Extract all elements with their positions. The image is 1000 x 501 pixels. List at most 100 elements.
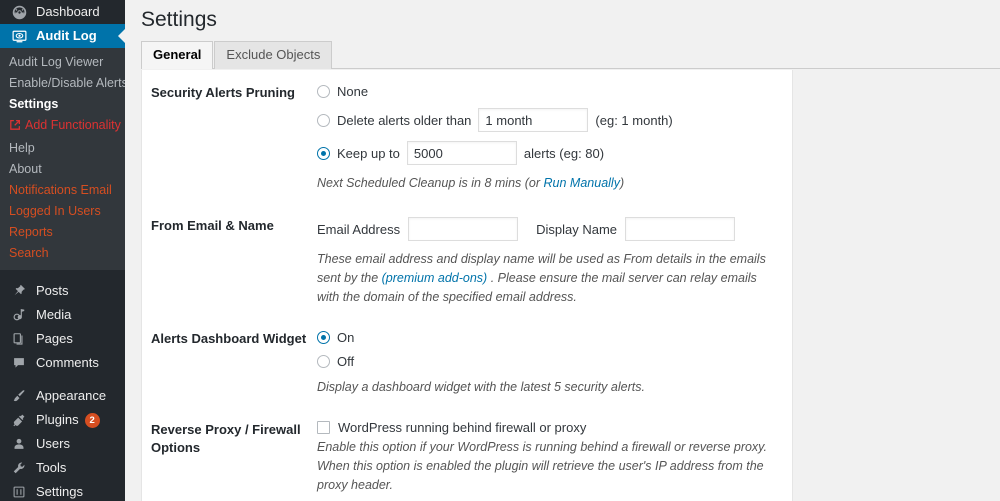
checkbox-behind-firewall[interactable] (317, 421, 330, 435)
sidebar-item-label: Users (36, 436, 70, 451)
sidebar-item-audit-log[interactable]: Audit Log (0, 24, 125, 48)
plugins-update-badge: 2 (84, 412, 100, 428)
brush-icon (9, 386, 29, 406)
display-name-label: Display Name (536, 221, 618, 237)
sidebar-item-label: Settings (36, 484, 83, 499)
admin-sidebar: Dashboard Audit Log Audit Log Viewer Ena… (0, 0, 125, 501)
sidebar-item-label: Appearance (36, 388, 107, 403)
page-title: Settings (141, 8, 217, 31)
radio-widget-on[interactable] (317, 331, 330, 345)
row-body: Email Address Display Name These email a… (317, 217, 792, 306)
tab-exclude-objects[interactable]: Exclude Objects (214, 41, 333, 70)
row-from-email-and-name: From Email & Name Email Address Display … (142, 203, 792, 316)
dashboard-icon (9, 2, 29, 22)
sidebar-item-dashboard[interactable]: Dashboard (0, 0, 125, 24)
sidebar-item-comments[interactable]: Comments (0, 351, 125, 375)
sidebar-item-label: Dashboard (36, 4, 100, 19)
sidebar-subitem-about[interactable]: About (0, 159, 125, 180)
main-content: Settings General Exclude Objects Securit… (125, 0, 1000, 501)
display-name-input[interactable] (625, 217, 736, 242)
pruning-option-none[interactable]: None (317, 84, 780, 99)
sidebar-subitem-help[interactable]: Help (0, 138, 125, 159)
sidebar-item-label: Pages (36, 331, 73, 346)
sidebar-item-plugins[interactable]: Plugins 2 (0, 408, 125, 432)
wrench-icon (9, 458, 29, 478)
radio-widget-off-label: Off (337, 354, 355, 370)
media-icon (9, 305, 29, 325)
radio-widget-off[interactable] (317, 355, 330, 369)
sidebar-item-posts[interactable]: Posts (0, 279, 125, 303)
radio-keep-up-to[interactable] (317, 146, 330, 160)
user-icon (9, 434, 29, 454)
checkbox-behind-firewall-label: WordPress running behind firewall or pro… (338, 420, 587, 436)
sidebar-item-label: Audit Log (36, 28, 97, 43)
row-body: On Off Display a dashboard widget with t… (317, 330, 792, 397)
run-manually-link[interactable]: Run Manually (544, 176, 620, 190)
sidebar-item-label: Tools (36, 460, 67, 475)
sidebar-item-label: Media (36, 307, 72, 322)
sidebar-item-pages[interactable]: Pages (0, 327, 125, 351)
row-body: None Delete alerts older than (eg: 1 mon… (317, 84, 792, 193)
sidebar-item-settings[interactable]: Settings (0, 480, 125, 501)
sidebar-subitem-logged-in-users[interactable]: Logged In Users (0, 201, 125, 222)
audit-log-submenu: Audit Log Viewer Enable/Disable Alerts S… (0, 48, 125, 270)
premium-addons-link[interactable]: (premium add-ons) (382, 271, 488, 285)
settings-icon (9, 482, 29, 501)
email-address-input[interactable] (408, 217, 519, 242)
widget-option-on[interactable]: On (317, 330, 780, 345)
sidebar-subitem-settings[interactable]: Settings (0, 94, 125, 115)
sidebar-item-label: Comments (36, 355, 99, 370)
delete-older-than-input[interactable] (478, 108, 589, 133)
tab-general[interactable]: General (141, 41, 214, 70)
widget-option-off[interactable]: Off (317, 354, 780, 369)
sidebar-item-media[interactable]: Media (0, 303, 125, 327)
sidebar-subitem-reports[interactable]: Reports (0, 222, 125, 243)
sidebar-item-label: Plugins (36, 412, 79, 427)
keep-up-to-example: alerts (eg: 80) (523, 145, 605, 161)
plug-icon (9, 410, 29, 430)
from-email-description: These email address and display name wil… (317, 250, 780, 306)
row-alerts-dashboard-widget: Alerts Dashboard Widget On Off Display a… (142, 316, 792, 407)
sidebar-subitem-notifications-email[interactable]: Notifications Email (0, 180, 125, 201)
sidebar-primary-menu: Dashboard Audit Log Audit Log Viewer Ena… (0, 0, 125, 501)
row-reverse-proxy-options: Reverse Proxy / Firewall Options WordPre… (142, 407, 792, 501)
audit-log-icon (9, 26, 29, 46)
row-label: Alerts Dashboard Widget (151, 331, 307, 347)
external-link-icon (9, 119, 21, 136)
sidebar-item-users[interactable]: Users (0, 432, 125, 456)
radio-delete-older[interactable] (317, 113, 330, 127)
settings-tab-bar: General Exclude Objects (141, 41, 1000, 70)
next-scheduled-cleanup-text: Next Scheduled Cleanup is in 8 mins (or … (317, 174, 780, 193)
sidebar-subitem-search[interactable]: Search (0, 243, 125, 264)
widget-description: Display a dashboard widget with the late… (317, 380, 645, 395)
sidebar-subitem-audit-log-viewer[interactable]: Audit Log Viewer (0, 52, 125, 73)
pages-icon (9, 329, 29, 349)
checkbox-behind-firewall-row[interactable]: WordPress running behind firewall or pro… (317, 421, 780, 435)
behind-firewall-description: Enable this option if your WordPress is … (317, 440, 767, 492)
keep-up-to-input[interactable] (406, 141, 517, 166)
comments-icon (9, 353, 29, 373)
sidebar-subitem-enable-disable-alerts[interactable]: Enable/Disable Alerts (0, 73, 125, 94)
row-security-alerts-pruning: Security Alerts Pruning None Delete aler… (142, 70, 792, 203)
row-label: Reverse Proxy / Firewall Options (151, 422, 301, 455)
row-body: WordPress running behind firewall or pro… (317, 421, 792, 501)
sidebar-item-appearance[interactable]: Appearance (0, 384, 125, 408)
pruning-option-keep-up-to[interactable]: Keep up to alerts (eg: 80) (317, 141, 780, 166)
sidebar-subitem-add-functionality[interactable]: Add Functionality (0, 115, 125, 138)
radio-none-label: None (337, 84, 369, 100)
menu-separator (0, 375, 125, 384)
radio-none[interactable] (317, 85, 330, 99)
delete-older-example: (eg: 1 month) (595, 112, 673, 128)
email-address-label: Email Address (317, 221, 401, 237)
menu-separator (0, 270, 125, 279)
sidebar-item-label: Posts (36, 283, 69, 298)
radio-delete-older-label: Delete alerts older than (337, 112, 472, 128)
sidebar-item-tools[interactable]: Tools (0, 456, 125, 480)
from-email-fields: Email Address Display Name (317, 217, 780, 242)
radio-widget-on-label: On (337, 330, 355, 346)
pruning-option-delete-older[interactable]: Delete alerts older than (eg: 1 month) (317, 108, 780, 133)
pin-icon (9, 281, 29, 301)
sidebar-subitem-label: Add Functionality (25, 118, 121, 132)
row-label: Security Alerts Pruning (151, 85, 295, 101)
